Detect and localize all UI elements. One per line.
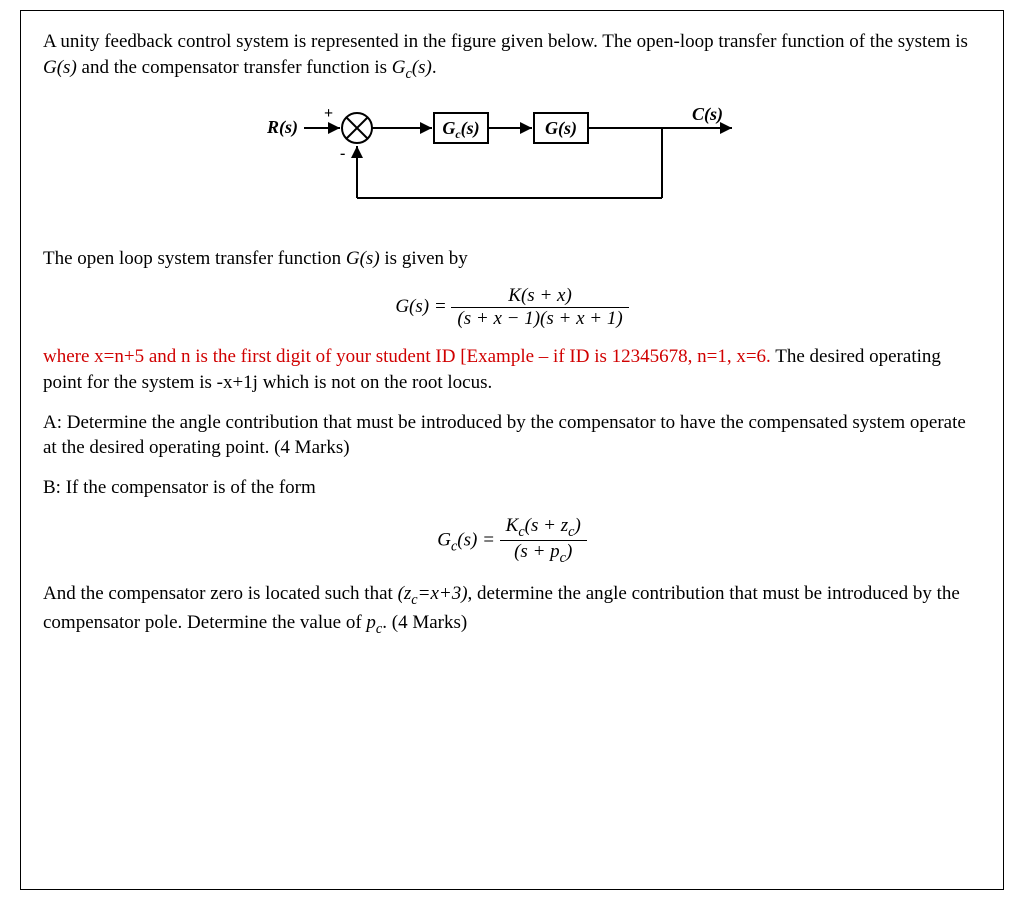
- part-B-intro: B: If the compensator is of the form: [43, 475, 981, 501]
- intro-text-c: and the compensator transfer function is: [77, 57, 392, 78]
- eq1-lhs: G(s) =: [395, 296, 451, 317]
- para2-c: is given by: [380, 248, 468, 269]
- eq2-den: (s + pc): [500, 541, 587, 567]
- para3: where x=n+5 and n is the first digit of …: [43, 344, 981, 395]
- question-page: A unity feedback control system is repre…: [20, 10, 1004, 890]
- block-diagram: R(s) + - Gc(s) G(s) C(s): [262, 98, 762, 228]
- para6: And the compensator zero is located such…: [43, 581, 981, 639]
- intro-gc-tail: (s): [412, 57, 432, 78]
- diagram-R-label: R(s): [266, 117, 298, 138]
- diagram-plus: +: [324, 105, 333, 122]
- para6-e: p: [366, 612, 376, 633]
- eq1-num: K(s + x): [451, 285, 628, 308]
- eq2-lhs-a: G: [437, 529, 451, 550]
- para6-f: . (4 Marks): [382, 612, 467, 633]
- equation-Gs: G(s) = K(s + x) (s + x − 1)(s + x + 1): [43, 285, 981, 330]
- diagram-minus: -: [340, 145, 345, 162]
- intro-gs: G(s): [43, 57, 77, 78]
- intro-text-f: .: [432, 57, 437, 78]
- part-A: A: Determine the angle contribution that…: [43, 410, 981, 461]
- intro-paragraph: A unity feedback control system is repre…: [43, 29, 981, 84]
- para2: The open loop system transfer function G…: [43, 246, 981, 272]
- diagram-C-label: C(s): [692, 104, 723, 125]
- equation-Gcs: Gc(s) = Kc(s + zc) (s + pc): [43, 515, 981, 568]
- intro-text-a: A unity feedback control system is repre…: [43, 31, 968, 52]
- para3-red: where x=n+5 and n is the first digit of …: [43, 346, 775, 367]
- para6-b: (z: [398, 583, 412, 604]
- para6-a: And the compensator zero is located such…: [43, 583, 398, 604]
- para6-c: =x+3): [418, 583, 468, 604]
- para2-b: G(s): [346, 248, 380, 269]
- diagram-gc-box: Gc(s): [442, 118, 479, 141]
- eq2-num: Kc(s + zc): [500, 515, 587, 542]
- eq2-lhs-b: (s) =: [457, 529, 499, 550]
- eq1-den: (s + x − 1)(s + x + 1): [451, 308, 628, 330]
- para2-a: The open loop system transfer function: [43, 248, 346, 269]
- diagram-g-box: G(s): [545, 118, 577, 139]
- intro-gc-g: G: [392, 57, 406, 78]
